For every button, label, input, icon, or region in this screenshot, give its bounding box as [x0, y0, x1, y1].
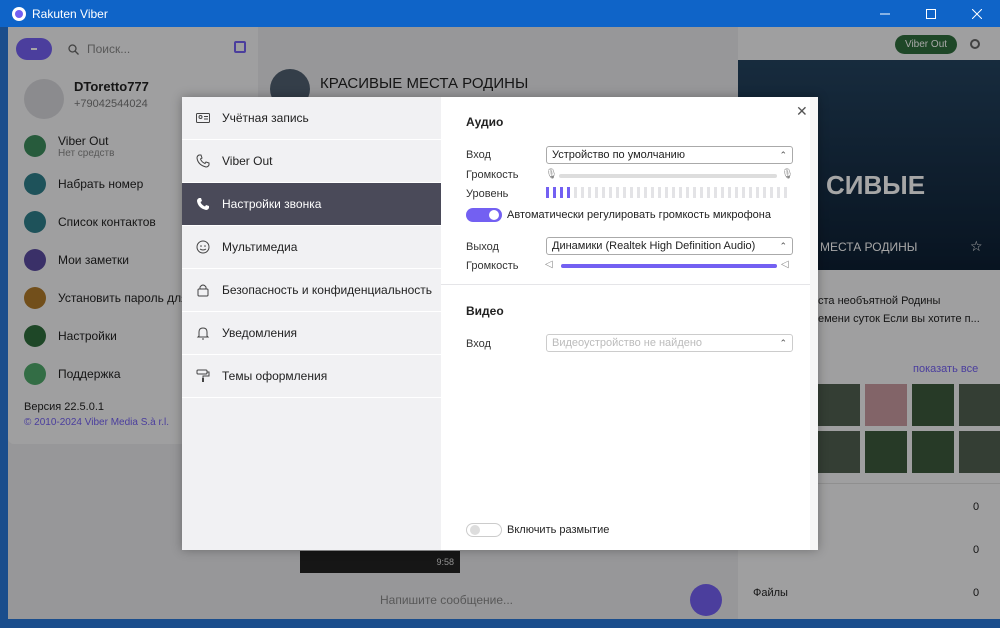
- call-settings-content: Аудио Вход Устройство по умолчанию ⌃ Гро…: [441, 97, 818, 550]
- nav-account[interactable]: Учётная запись: [182, 97, 441, 139]
- nav-notifications[interactable]: Уведомления: [182, 312, 441, 354]
- close-icon[interactable]: ✕: [796, 103, 808, 120]
- paint-roller-icon: [196, 369, 210, 383]
- settings-dialog: Учётная запись Viber Out Настройки звонк…: [182, 97, 818, 550]
- bell-icon: [196, 326, 210, 340]
- phone-call-icon: [196, 197, 210, 211]
- level-label: Уровень: [466, 188, 509, 200]
- nav-label: Темы оформления: [222, 369, 328, 383]
- blur-label: Включить размытие: [507, 524, 610, 536]
- chevron-updown-icon: ⌃: [779, 150, 787, 160]
- viber-logo-icon: [12, 6, 26, 21]
- nav-multimedia[interactable]: Мультимедиа: [182, 226, 441, 268]
- nav-viber-out[interactable]: Viber Out: [182, 140, 441, 182]
- nav-label: Настройки звонка: [222, 197, 322, 211]
- lock-icon: [196, 283, 210, 297]
- output-volume-label: Громкость: [466, 260, 519, 272]
- audio-title: Аудио: [466, 115, 504, 129]
- divider: [441, 284, 818, 285]
- mic-volume-label: Громкость: [466, 169, 519, 181]
- auto-gain-toggle[interactable]: [466, 208, 502, 222]
- maximize-button[interactable]: [908, 0, 954, 27]
- window-title: Rakuten Viber: [32, 6, 108, 21]
- nav-themes[interactable]: Темы оформления: [182, 355, 441, 397]
- video-input-select[interactable]: Видеоустройство не найдено ⌃: [546, 334, 793, 352]
- nav-label: Мультимедиа: [222, 240, 298, 254]
- nav-label: Учётная запись: [222, 111, 309, 125]
- mic-volume-slider[interactable]: [559, 174, 777, 178]
- video-title: Видео: [466, 304, 504, 318]
- close-window-button[interactable]: [954, 0, 1000, 27]
- window-titlebar: Rakuten Viber: [0, 0, 1000, 27]
- nav-label: Viber Out: [222, 154, 273, 168]
- speaker-loud-icon: ◁: [781, 259, 789, 270]
- video-input-label: Вход: [466, 338, 491, 350]
- microphone-icon: 🎙: [545, 169, 558, 180]
- nav-label: Уведомления: [222, 326, 298, 340]
- minimize-button[interactable]: [862, 0, 908, 27]
- select-value: Видеоустройство не найдено: [552, 337, 703, 349]
- select-value: Динамики (Realtek High Definition Audio): [552, 240, 756, 252]
- blur-toggle[interactable]: [466, 523, 502, 537]
- media-icon: [196, 240, 210, 254]
- id-card-icon: [196, 111, 210, 125]
- select-value: Устройство по умолчанию: [552, 149, 686, 161]
- chevron-updown-icon: ⌃: [779, 338, 787, 348]
- audio-input-select[interactable]: Устройство по умолчанию ⌃: [546, 146, 793, 164]
- chevron-updown-icon: ⌃: [779, 241, 787, 251]
- scrollbar[interactable]: [810, 97, 818, 550]
- audio-input-label: Вход: [466, 149, 491, 161]
- microphone-loud-icon: 🎙: [781, 169, 794, 180]
- output-volume-fill: [561, 264, 777, 268]
- nav-call-settings[interactable]: Настройки звонка: [182, 183, 441, 225]
- mic-level-meter: [546, 187, 791, 198]
- phone-icon: [196, 154, 210, 168]
- audio-output-label: Выход: [466, 241, 499, 253]
- auto-gain-label: Автоматически регулировать громкость мик…: [507, 209, 771, 221]
- settings-nav: Учётная запись Viber Out Настройки звонк…: [182, 97, 441, 550]
- nav-security[interactable]: Безопасность и конфиденциальность: [182, 269, 441, 311]
- divider: [182, 397, 441, 398]
- speaker-quiet-icon: ◁: [545, 259, 553, 270]
- nav-label: Безопасность и конфиденциальность: [222, 283, 433, 297]
- audio-output-select[interactable]: Динамики (Realtek High Definition Audio)…: [546, 237, 793, 255]
